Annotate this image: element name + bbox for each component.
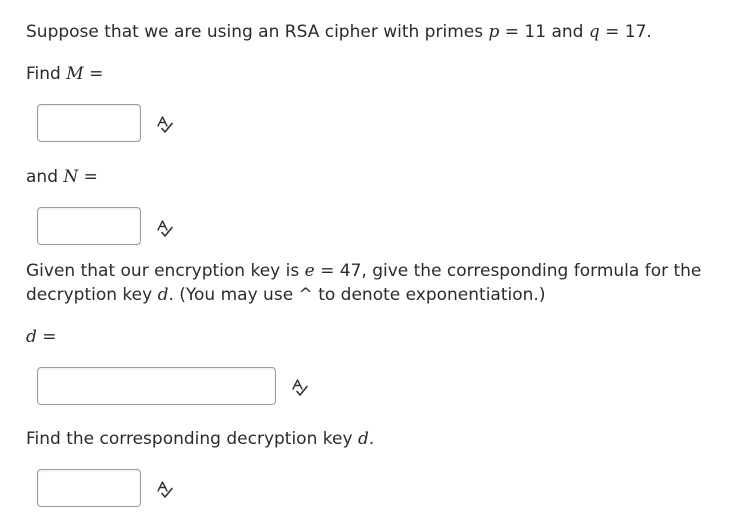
find-d-variable: d: [357, 429, 369, 449]
find-m-prefix: Find: [26, 64, 61, 84]
given-line-2: decryption key d. (You may use ^ to deno…: [26, 283, 545, 307]
d-answer-input[interactable]: [37, 469, 141, 507]
question-intro: Suppose that we are using an RSA cipher …: [26, 20, 652, 44]
d-formula-input[interactable]: [37, 367, 276, 405]
given-line-1: Given that our encryption key is e = 47,…: [26, 259, 701, 283]
e-variable: e: [304, 261, 315, 281]
given-line-1-prefix: Given that our encryption key is: [26, 261, 300, 281]
given-line-2-suffix: . (You may use ^ to denote exponentiatio…: [168, 285, 546, 305]
d-label-suffix: =: [36, 327, 57, 347]
question-intro-text: Suppose that we are using an RSA cipher …: [26, 22, 484, 42]
p-variable: p: [488, 22, 500, 42]
and-n-prefix: and: [26, 167, 58, 187]
q-variable: q: [588, 22, 600, 42]
spellcheck-icon[interactable]: [155, 219, 175, 239]
find-m-label: Find M =: [26, 62, 103, 86]
and-n-suffix: =: [78, 167, 98, 187]
spellcheck-icon[interactable]: [155, 115, 175, 135]
find-d-suffix: .: [368, 429, 375, 449]
m-answer-input[interactable]: [37, 104, 141, 142]
find-d-label: Find the corresponding decryption key d.: [26, 427, 374, 451]
find-d-prefix: Find the corresponding decryption key: [26, 429, 353, 449]
given-line-2-prefix: decryption key: [26, 285, 153, 305]
n-variable: N: [63, 167, 79, 187]
given-line-1-suffix: = 47, give the corresponding formula for…: [314, 261, 702, 281]
spellcheck-icon[interactable]: [290, 378, 310, 398]
and-n-label: and N =: [26, 165, 98, 189]
find-m-suffix: =: [83, 64, 104, 84]
p-value-text: = 11 and: [499, 22, 584, 42]
d-variable: d: [157, 285, 169, 305]
d-label-variable: d: [26, 327, 37, 347]
n-answer-input[interactable]: [37, 207, 141, 245]
m-variable: M: [66, 64, 84, 84]
spellcheck-icon[interactable]: [155, 480, 175, 500]
d-formula-label: d =: [26, 325, 57, 349]
q-value-text: = 17.: [599, 22, 652, 42]
